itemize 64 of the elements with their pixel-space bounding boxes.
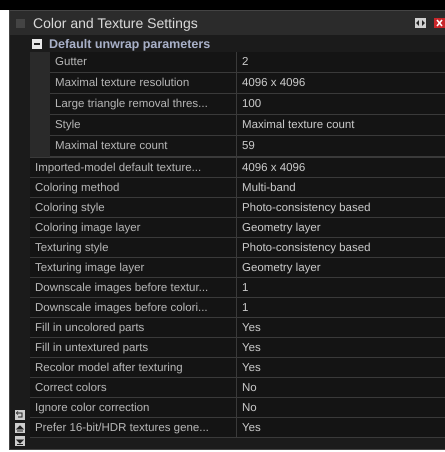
property-name: Downscale images before textur...: [30, 278, 237, 297]
property-name: Texturing style: [30, 238, 237, 257]
property-row[interactable]: Ignore color correction No: [30, 398, 445, 418]
property-row[interactable]: Imported-model default texture... 4096 x 4096: [30, 158, 445, 178]
group-header: Default unwrap parameters: [49, 36, 210, 50]
property-name: Texturing image layer: [30, 258, 237, 277]
property-value: 4096 x 4096: [241, 160, 306, 176]
property-row[interactable]: Prefer 16-bit/HDR textures gene... Yes: [30, 418, 445, 438]
panel-title: Color and Texture Settings: [33, 15, 199, 31]
property-name: Coloring image layer: [30, 218, 237, 237]
property-value: Yes: [241, 340, 262, 356]
property-row[interactable]: Coloring image layer Geometry layer: [30, 218, 445, 238]
property-name: Imported-model default texture...: [30, 158, 237, 177]
property-name: Maximal texture count: [50, 136, 237, 156]
property-value: 59: [241, 139, 256, 154]
property-name: Ignore color correction: [30, 398, 237, 417]
property-value: 2: [241, 55, 250, 70]
property-value: 1: [241, 280, 250, 296]
expander-icon[interactable]: [32, 38, 42, 48]
property-name: Style: [50, 115, 237, 135]
property-name: Coloring method: [30, 178, 237, 197]
property-name: Maximal texture resolution: [50, 73, 237, 93]
property-row[interactable]: Recolor model after texturing Yes: [30, 358, 445, 378]
property-value: No: [241, 380, 258, 396]
property-row[interactable]: Large triangle removal thres... 100: [50, 94, 445, 115]
property-row[interactable]: Correct colors No: [30, 378, 445, 398]
property-row[interactable]: Maximal texture resolution 4096 x 4096: [50, 73, 445, 94]
property-value: Yes: [241, 420, 262, 436]
float-icon[interactable]: [415, 18, 426, 28]
property-row[interactable]: Coloring method Multi-band: [30, 178, 445, 198]
property-name: Recolor model after texturing: [30, 358, 237, 377]
property-value: Maximal texture count: [241, 118, 356, 133]
property-value: 100: [241, 97, 262, 112]
up-arrow-icon[interactable]: [15, 423, 25, 433]
property-name: Downscale images before colori...: [30, 298, 237, 317]
property-row[interactable]: Maximal texture count 59: [50, 136, 445, 157]
property-value: Geometry layer: [241, 220, 322, 236]
property-row[interactable]: Downscale images before textur... 1: [30, 278, 445, 298]
property-value: Photo-consistency based: [241, 240, 372, 256]
property-row[interactable]: Gutter 2: [50, 52, 445, 73]
property-name: Coloring style: [30, 198, 237, 217]
property-value: 4096 x 4096: [241, 76, 306, 91]
property-value: Yes: [241, 320, 262, 336]
property-row[interactable]: Fill in untextured parts Yes: [30, 338, 445, 358]
close-icon[interactable]: [434, 18, 445, 28]
property-name: Large triangle removal thres...: [50, 94, 237, 114]
property-value: 1: [241, 300, 250, 316]
property-value: No: [241, 400, 258, 416]
property-name: Gutter: [50, 52, 237, 72]
property-row[interactable]: Texturing image layer Geometry layer: [30, 258, 445, 278]
property-name: Correct colors: [30, 378, 237, 397]
property-row[interactable]: Style Maximal texture count: [50, 115, 445, 136]
property-name: Fill in untextured parts: [30, 338, 237, 357]
property-value: Yes: [241, 360, 262, 376]
property-value: Geometry layer: [241, 260, 322, 276]
property-value: Photo-consistency based: [241, 200, 372, 216]
property-name: Prefer 16-bit/HDR textures gene...: [30, 418, 237, 437]
property-row[interactable]: Coloring style Photo-consistency based: [30, 198, 445, 218]
property-row[interactable]: Downscale images before colori... 1: [30, 298, 445, 318]
property-value: Multi-band: [241, 180, 297, 196]
property-name: Fill in uncolored parts: [30, 318, 237, 337]
property-row[interactable]: Texturing style Photo-consistency based: [30, 238, 445, 258]
property-row[interactable]: Fill in uncolored parts Yes: [30, 318, 445, 338]
undo-icon[interactable]: [15, 410, 25, 420]
